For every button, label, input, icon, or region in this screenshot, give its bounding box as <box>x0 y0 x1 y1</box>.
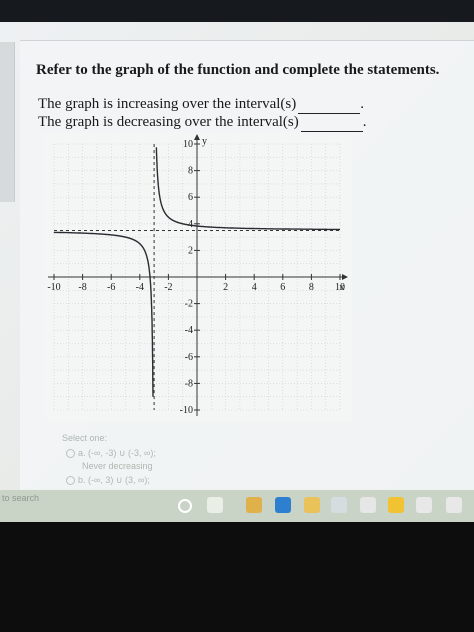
select-one-label: Select one: <box>62 433 108 443</box>
left-panel-edge <box>0 42 15 202</box>
x-tick-label: -8 <box>78 282 86 293</box>
x-tick-label: 4 <box>252 282 257 293</box>
winamp-icon[interactable] <box>388 497 404 513</box>
x-axis-label: x <box>340 282 345 293</box>
amazon-icon[interactable] <box>360 497 376 513</box>
x-tick-label: -2 <box>164 282 172 293</box>
option-a-radio[interactable] <box>66 449 75 459</box>
unknown-icon[interactable] <box>446 497 462 513</box>
dropbox-icon[interactable] <box>416 497 432 513</box>
x-tick-label: 6 <box>280 282 285 293</box>
y-tick-label: -8 <box>185 378 193 389</box>
option-a-label: a. (-∞, -3) ∪ (-3, ∞); <box>78 448 156 458</box>
file-explorer-icon[interactable] <box>304 497 320 513</box>
y-tick-label: -6 <box>185 352 193 363</box>
y-axis-label: y <box>202 136 207 147</box>
decreasing-end: . <box>362 114 367 130</box>
decreasing-blank[interactable] <box>300 114 363 132</box>
increasing-blank[interactable] <box>298 96 361 114</box>
y-tick-label: -10 <box>180 405 193 416</box>
y-tick-label: 4 <box>188 219 193 230</box>
function-graph: -10 -8 -6 -4 -2 2 4 6 8 10108642-2-4-6-8-10xy <box>42 132 352 422</box>
option-a-sub: Never decreasing <box>82 461 153 471</box>
y-tick-label: -2 <box>185 299 193 310</box>
x-tick-label: 8 <box>309 282 314 293</box>
task-view-icon[interactable] <box>207 497 223 513</box>
decreasing-statement: The graph is decreasing over the interva… <box>38 114 366 132</box>
store-icon[interactable] <box>331 497 347 513</box>
question-title: Refer to the graph of the function and c… <box>36 62 440 78</box>
increasing-end: . <box>360 96 364 112</box>
y-tick-label: 2 <box>188 245 193 256</box>
chrome-icon[interactable] <box>246 497 262 513</box>
cortana-icon[interactable] <box>178 499 192 513</box>
x-tick-label: -6 <box>107 282 115 293</box>
y-tick-label: 10 <box>183 139 193 150</box>
option-b-label: b. (-∞, 3) ∪ (3, ∞); <box>78 475 150 485</box>
option-a[interactable]: a. (-∞, -3) ∪ (-3, ∞); <box>66 448 156 459</box>
x-tick-label: -10 <box>47 282 60 293</box>
x-tick-label: -4 <box>136 282 144 293</box>
taskbar-search[interactable]: to search <box>2 493 39 503</box>
increasing-text: The graph is increasing over the interva… <box>38 96 297 112</box>
y-tick-label: 6 <box>188 192 193 203</box>
option-b-radio[interactable] <box>66 476 75 486</box>
increasing-statement: The graph is increasing over the interva… <box>38 96 364 114</box>
option-b[interactable]: b. (-∞, 3) ∪ (3, ∞); <box>66 475 150 486</box>
y-tick-label: -4 <box>185 325 193 336</box>
y-tick-label: 8 <box>188 166 193 177</box>
monitor-bezel-bottom <box>0 522 474 632</box>
decreasing-text: The graph is decreasing over the interva… <box>38 114 299 130</box>
x-tick-label: 2 <box>223 282 228 293</box>
edge-icon[interactable] <box>275 497 291 513</box>
